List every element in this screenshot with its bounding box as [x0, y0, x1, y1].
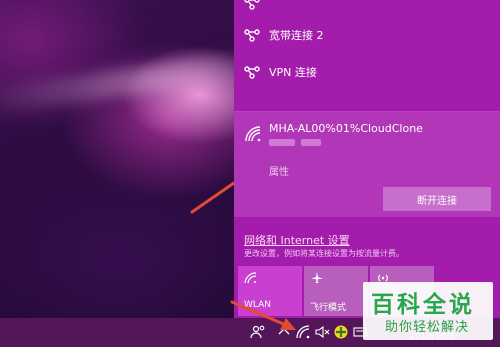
volume-muted-icon[interactable]	[314, 324, 330, 340]
security-app-icon[interactable]	[333, 324, 349, 340]
airplane-icon	[311, 272, 323, 283]
dialup-connection-icon	[244, 0, 260, 10]
vpn-connection-icon	[244, 66, 260, 79]
network-item-label: VPN 连接	[269, 66, 317, 79]
wallpaper-light-streak	[0, 50, 261, 116]
wifi-icon	[244, 272, 257, 284]
watermark-subtitle: 助你轻松解决	[385, 320, 470, 335]
wifi-signal-icon	[245, 126, 261, 142]
network-item-broadband[interactable]: 宽带连接 2	[234, 18, 500, 52]
quick-action-label: 飞行模式	[310, 303, 347, 313]
quick-action-airplane[interactable]: 飞行模式	[304, 266, 368, 316]
annotation-arrow	[230, 300, 296, 330]
network-item-label: 宽带连接 2	[269, 29, 324, 42]
disconnect-button[interactable]: 断开连接	[383, 187, 491, 211]
wifi-status-blurred	[269, 138, 339, 147]
watermark-title: 百科全说	[371, 292, 475, 318]
network-item-partial[interactable]	[234, 0, 500, 20]
network-settings-link[interactable]: 网络和 Internet 设置	[244, 232, 350, 248]
network-flyout: 宽带连接 2 VPN 连接 MHA-AL00%01%CloudClone 属性 …	[234, 0, 500, 318]
wifi-network-item[interactable]: MHA-AL00%01%CloudClone 属性 断开连接	[234, 112, 500, 217]
watermark-logo: 百科全说 助你轻松解决	[363, 282, 493, 340]
network-settings-description: 更改设置，例如将某连接设置为按流量计费。	[244, 249, 404, 258]
dialup-connection-icon	[244, 29, 260, 42]
network-item-vpn[interactable]: VPN 连接	[234, 55, 500, 89]
properties-link[interactable]: 属性	[269, 163, 289, 178]
wifi-ssid: MHA-AL00%01%CloudClone	[269, 122, 423, 135]
